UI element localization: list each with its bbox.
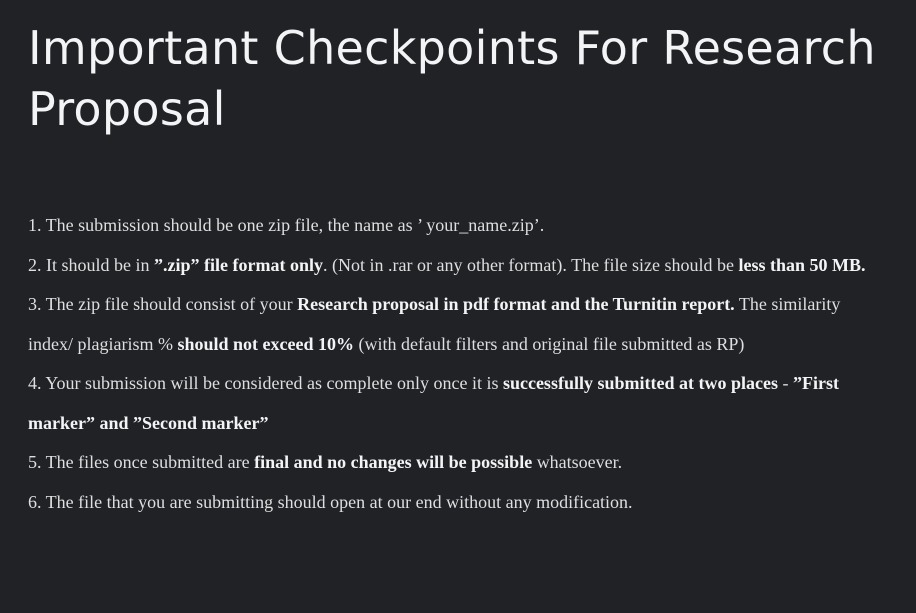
checkpoint-3-text: 3. The zip file should consist of your	[28, 294, 298, 314]
checkpoint-3-text: (with default filters and original file …	[353, 333, 745, 354]
checkpoint-4-text: -	[777, 373, 793, 393]
checkpoint-2-text: . (Not in .rar or any other format). The…	[322, 254, 739, 275]
checkpoint-item-1: 1. The submission should be one zip file…	[28, 206, 876, 246]
checkpoint-list: 1. The submission should be one zip file…	[28, 206, 916, 522]
checkpoint-4-emphasis: successfully submitted at two places	[502, 373, 778, 393]
checkpoint-3-emphasis: Research proposal in pdf format and the …	[297, 294, 735, 314]
checkpoint-item-2: 2. It should be in ”.zip” file format on…	[28, 246, 876, 286]
checkpoint-2-text: 2. It should be in	[28, 254, 154, 275]
checkpoint-item-5: 5. The files once submitted are final an…	[28, 443, 876, 483]
checkpoint-2-emphasis: less than 50 MB.	[738, 254, 866, 275]
checkpoint-item-3: 3. The zip file should consist of your R…	[28, 285, 876, 364]
checkpoint-1-text: 1. The submission should be one zip file…	[28, 215, 545, 235]
checkpoint-6-text: 6. The file that you are submitting shou…	[28, 491, 633, 512]
checkpoint-item-4: 4. Your submission will be considered as…	[28, 364, 876, 443]
checkpoint-5-text: whatsoever.	[532, 452, 623, 472]
page-title: Important Checkpoints For Research Propo…	[28, 21, 876, 136]
checkpoint-3-emphasis: should not exceed 10%	[177, 333, 354, 354]
checkpoint-4-text: 4. Your submission will be considered as…	[28, 373, 503, 393]
document-page: Important Checkpoints For Research Propo…	[0, 0, 916, 613]
checkpoint-item-6: 6. The file that you are submitting shou…	[28, 483, 876, 523]
checkpoint-5-emphasis: final and no changes will be possible	[254, 452, 533, 472]
checkpoint-2-emphasis: ”.zip” file format only	[154, 254, 323, 275]
checkpoint-5-text: 5. The files once submitted are	[28, 452, 255, 472]
